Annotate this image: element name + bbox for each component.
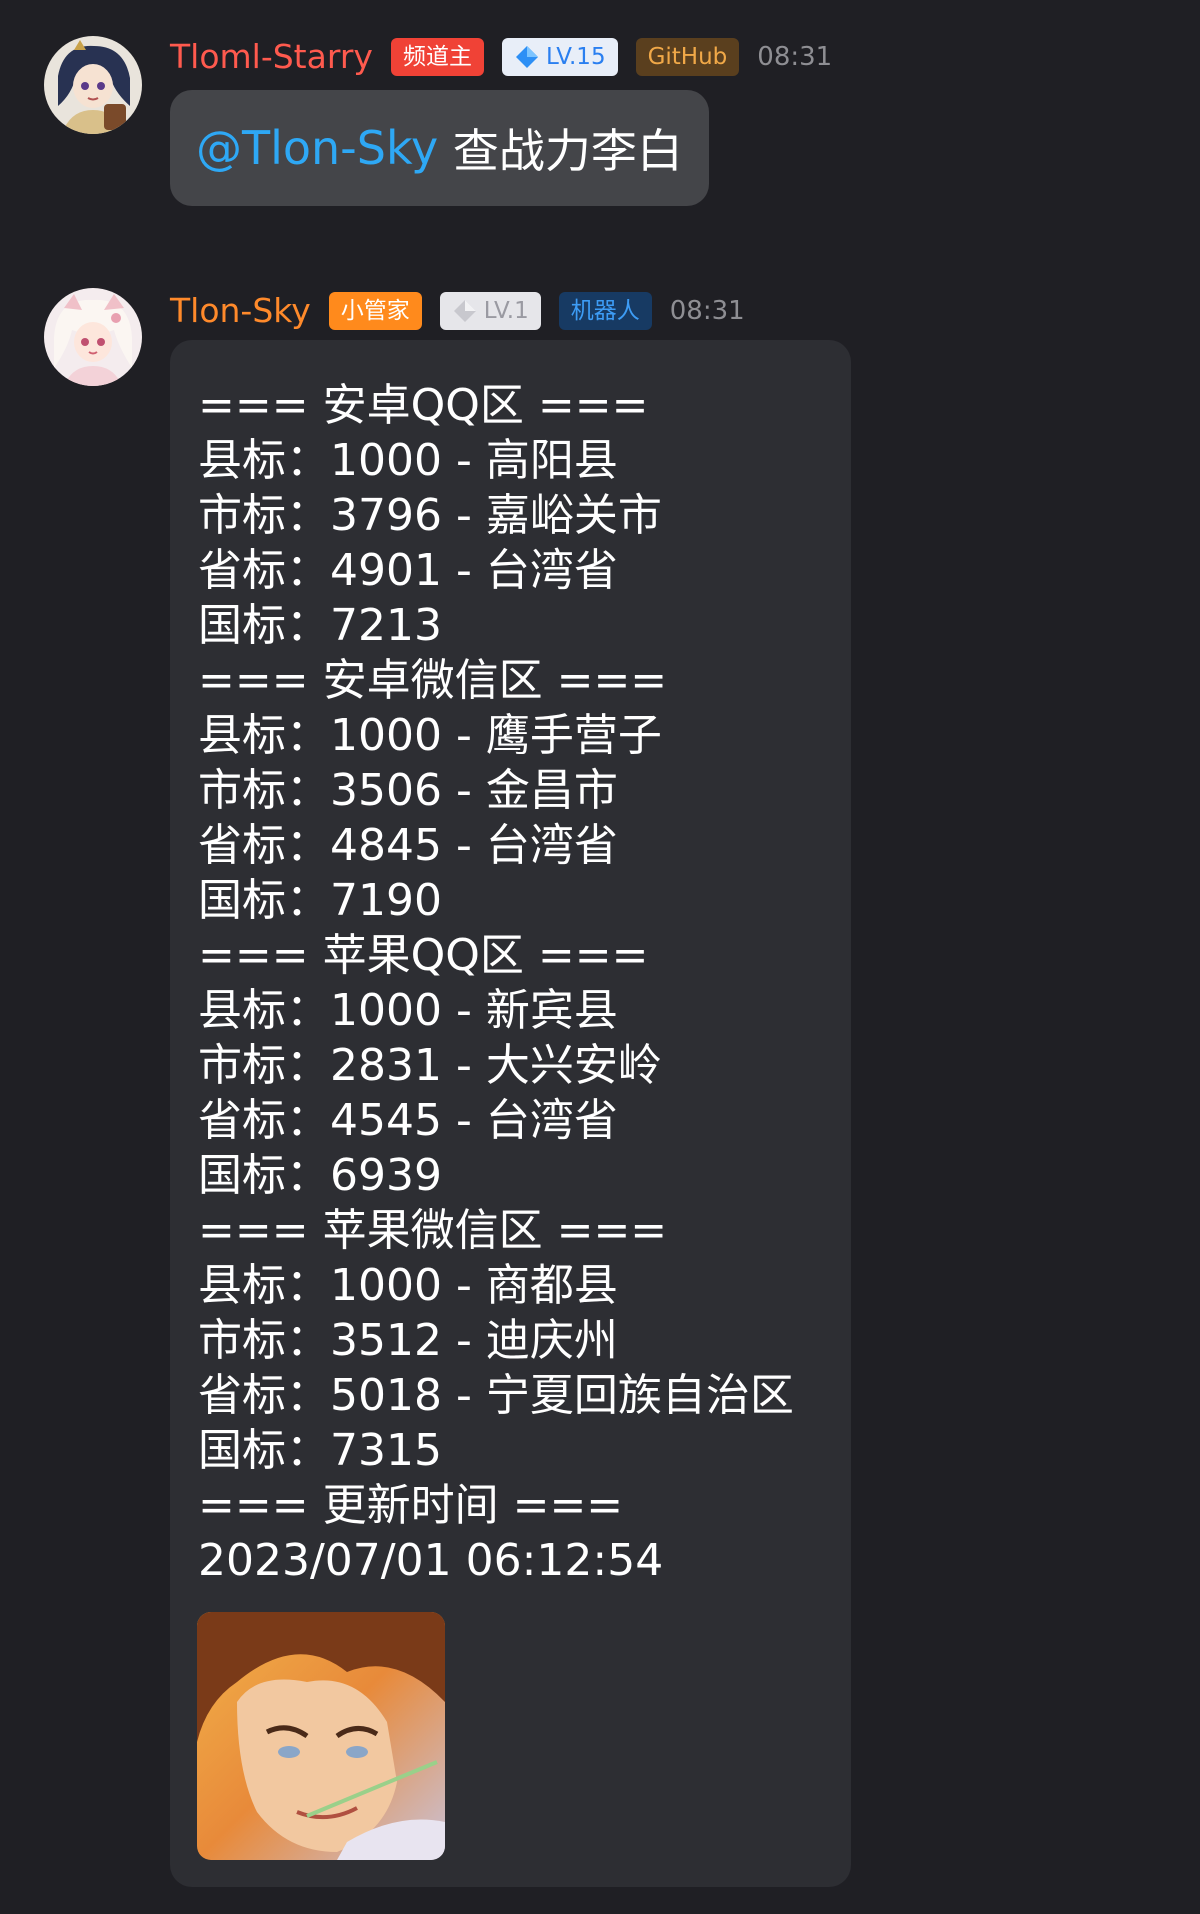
manager-badge: 小管家 bbox=[328, 292, 422, 330]
text-line: === 更新时间 === bbox=[198, 1480, 624, 1531]
gray-diamond-level-icon bbox=[453, 300, 476, 322]
mention-link[interactable]: @Tlon-Sky bbox=[196, 121, 438, 175]
text-line: === 苹果QQ区 === bbox=[198, 930, 649, 981]
text-line: 县标：1000 - 鹰手营子 bbox=[198, 710, 662, 761]
text-line: === 苹果微信区 === bbox=[198, 1205, 668, 1256]
text-line: 省标：4845 - 台湾省 bbox=[198, 820, 618, 871]
level-text: LV.1 bbox=[483, 298, 529, 324]
text-line: 省标：4901 - 台湾省 bbox=[198, 545, 618, 596]
text-line: === 安卓微信区 === bbox=[198, 655, 668, 706]
level-text: LV.15 bbox=[545, 44, 606, 70]
text-line: 县标：1000 - 商都县 bbox=[198, 1260, 618, 1311]
text-line: 县标：1000 - 高阳县 bbox=[198, 435, 618, 486]
bot-badge: 机器人 bbox=[558, 292, 652, 330]
text-line: 市标：3506 - 金昌市 bbox=[198, 765, 618, 816]
message-time: 08:31 bbox=[757, 42, 833, 72]
diamond-level-icon bbox=[515, 46, 538, 68]
text-line: 国标：6939 bbox=[198, 1150, 442, 1201]
message-text: 查战力李白 bbox=[438, 124, 683, 178]
text-line: 省标：5018 - 宁夏回族自治区 bbox=[198, 1370, 794, 1421]
text-line: 国标：7190 bbox=[198, 875, 442, 926]
channel-owner-badge: 频道主 bbox=[390, 38, 484, 76]
github-badge: GitHub bbox=[635, 38, 740, 76]
message-text-block: === 安卓QQ区 === 县标：1000 - 高阳县 市标：3796 - 嘉峪… bbox=[198, 378, 794, 1588]
level-badge: LV.15 bbox=[501, 38, 618, 76]
text-line: 市标：3796 - 嘉峪关市 bbox=[198, 490, 662, 541]
avatar-tlon-sky[interactable] bbox=[44, 288, 142, 386]
hero-image[interactable] bbox=[197, 1612, 445, 1860]
message-bubble[interactable]: @Tlon-Sky 查战力李白 bbox=[170, 90, 709, 206]
message-header: Tloml-Starry 频道主 LV.15 GitHub 08:31 bbox=[170, 35, 832, 79]
text-line: 2023/07/01 06:12:54 bbox=[198, 1535, 664, 1586]
sender-name[interactable]: Tloml-Starry bbox=[170, 35, 373, 79]
message-time: 08:31 bbox=[669, 296, 745, 326]
text-line: 省标：4545 - 台湾省 bbox=[198, 1095, 618, 1146]
sender-name[interactable]: Tlon-Sky bbox=[170, 289, 311, 333]
text-line: 县标：1000 - 新宾县 bbox=[198, 985, 618, 1036]
message-bubble[interactable]: === 安卓QQ区 === 县标：1000 - 高阳县 市标：3796 - 嘉峪… bbox=[170, 340, 851, 1887]
text-line: === 安卓QQ区 === bbox=[198, 380, 649, 431]
text-line: 国标：7213 bbox=[198, 600, 442, 651]
text-line: 市标：2831 - 大兴安岭 bbox=[198, 1040, 662, 1091]
message-header: Tlon-Sky 小管家 LV.1 机器人 08:31 bbox=[170, 289, 745, 333]
avatar-tloml-starry[interactable] bbox=[44, 36, 142, 134]
text-line: 市标：3512 - 迪庆州 bbox=[198, 1315, 618, 1366]
level-badge: LV.1 bbox=[439, 292, 541, 330]
text-line: 国标：7315 bbox=[198, 1425, 442, 1476]
